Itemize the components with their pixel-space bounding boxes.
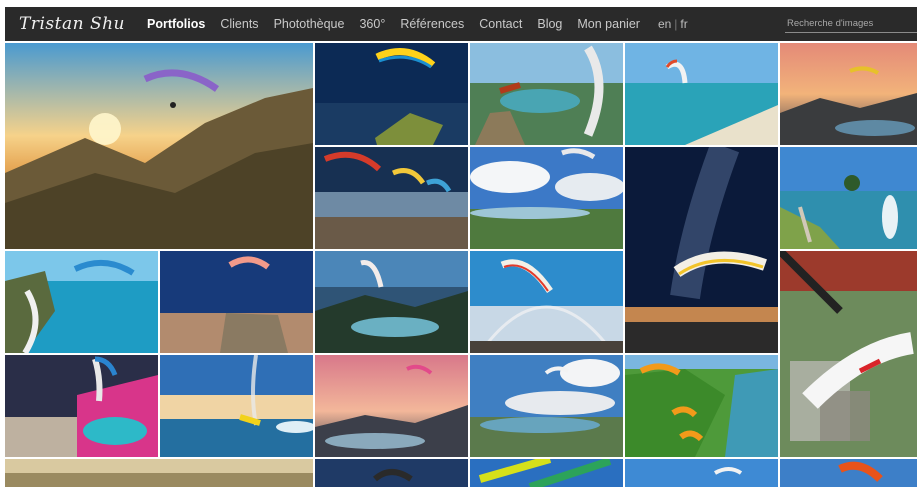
photo-gallery	[5, 43, 917, 487]
gallery-photo[interactable]	[780, 147, 917, 249]
gallery-photo[interactable]	[160, 355, 313, 457]
gallery-photo[interactable]	[625, 459, 778, 487]
photo-image	[315, 147, 468, 249]
photo-image	[5, 459, 313, 487]
photo-image	[470, 147, 623, 249]
nav-clients[interactable]: Clients	[220, 17, 258, 31]
nav-references[interactable]: Références	[400, 17, 464, 31]
photo-image	[315, 355, 468, 457]
photo-image	[160, 251, 313, 353]
lang-en-link[interactable]: en	[658, 17, 671, 31]
gallery-photo[interactable]	[470, 355, 623, 457]
photo-image	[470, 251, 623, 353]
gallery-photo[interactable]	[470, 251, 623, 353]
photo-image	[625, 43, 778, 145]
lang-separator: |	[674, 17, 678, 31]
photo-image	[625, 459, 778, 487]
gallery-photo[interactable]	[470, 147, 623, 249]
photo-image	[315, 43, 468, 145]
nav-contact[interactable]: Contact	[479, 17, 522, 31]
gallery-photo[interactable]	[625, 147, 778, 353]
gallery-photo[interactable]	[315, 147, 468, 249]
lang-fr-link[interactable]: fr	[680, 17, 687, 31]
gallery-photo[interactable]	[315, 43, 468, 145]
photo-image	[160, 355, 313, 457]
photo-image	[625, 355, 778, 457]
photo-image	[470, 355, 623, 457]
photo-image	[780, 147, 917, 249]
gallery-photo[interactable]	[470, 459, 623, 487]
nav-portfolios[interactable]: Portfolios	[147, 17, 205, 31]
gallery-photo[interactable]	[5, 459, 313, 487]
gallery-photo[interactable]	[5, 355, 158, 457]
nav-360[interactable]: 360°	[359, 17, 385, 31]
gallery-photo[interactable]	[315, 251, 468, 353]
top-navbar: Tristan Shu Portfolios Clients Photothèq…	[5, 7, 917, 41]
gallery-photo[interactable]	[625, 43, 778, 145]
site-logo[interactable]: Tristan Shu	[19, 14, 129, 34]
image-search-input[interactable]	[785, 14, 917, 33]
photo-image	[5, 43, 313, 249]
photo-image	[470, 459, 623, 487]
photo-image	[470, 43, 623, 145]
gallery-photo[interactable]	[5, 251, 158, 353]
photo-image	[625, 147, 778, 353]
gallery-photo[interactable]	[470, 43, 623, 145]
nav-phototheque[interactable]: Photothèque	[274, 17, 345, 31]
photo-image	[780, 251, 917, 457]
photo-image	[780, 43, 917, 145]
main-menu: Portfolios Clients Photothèque 360° Réfé…	[147, 17, 688, 31]
gallery-photo[interactable]	[625, 355, 778, 457]
language-switcher: en | fr	[658, 17, 688, 31]
photo-image	[780, 459, 917, 487]
nav-cart[interactable]: Mon panier	[577, 17, 640, 31]
photo-image	[5, 355, 158, 457]
gallery-photo[interactable]	[780, 459, 917, 487]
gallery-photo[interactable]	[5, 43, 313, 249]
photo-image	[315, 459, 468, 487]
photo-image	[315, 251, 468, 353]
gallery-photo[interactable]	[315, 355, 468, 457]
gallery-photo[interactable]	[780, 43, 917, 145]
photo-image	[5, 251, 158, 353]
gallery-photo[interactable]	[780, 251, 917, 457]
gallery-photo[interactable]	[160, 251, 313, 353]
nav-blog[interactable]: Blog	[537, 17, 562, 31]
gallery-photo[interactable]	[315, 459, 468, 487]
